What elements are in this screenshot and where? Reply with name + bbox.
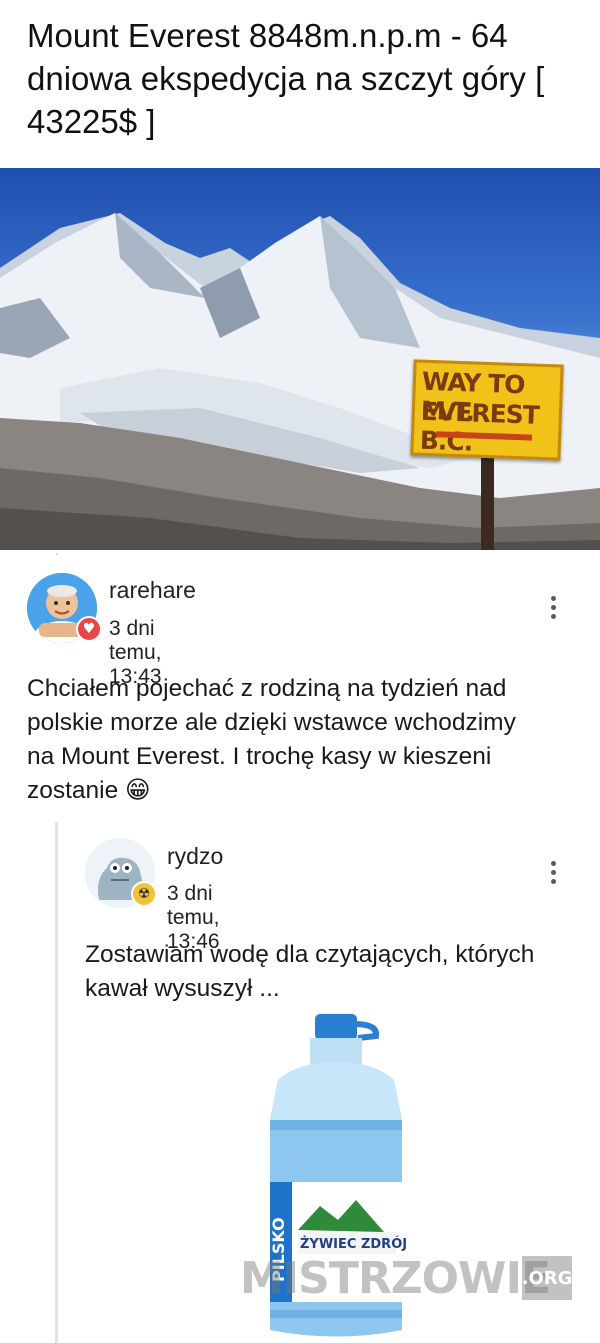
divider — [56, 553, 58, 555]
comment-body: Chciałem pojechać z rodziną na tydzień n… — [27, 675, 516, 804]
bottle-brand-text: ŻYWIEC ZDRÓJ — [300, 1236, 407, 1252]
reply-thread-line — [55, 822, 58, 1343]
post-image-everest — [0, 168, 600, 550]
sign-post — [481, 455, 494, 550]
more-options-icon[interactable] — [548, 596, 558, 624]
heart-icon: ♥ — [76, 616, 102, 642]
watermark: MISTRZOWIE — [240, 1253, 551, 1304]
everest-sign: WAY TO M.T. EVEREST B.C. — [410, 359, 564, 461]
post-title: Mount Everest 8848m.n.p.m - 64 dniowa ek… — [27, 17, 545, 140]
comment-body: Zostawiam wodę dla czytających, których … — [85, 941, 535, 1002]
sign-text-line2: EVEREST B.C. — [419, 396, 540, 457]
watermark-suffix: .ORG — [522, 1256, 572, 1300]
comment-username[interactable]: rarehare — [109, 577, 196, 604]
comment-username[interactable]: rydzo — [167, 843, 223, 870]
radiation-icon: ☢ — [131, 881, 157, 907]
more-options-icon[interactable] — [548, 861, 558, 889]
